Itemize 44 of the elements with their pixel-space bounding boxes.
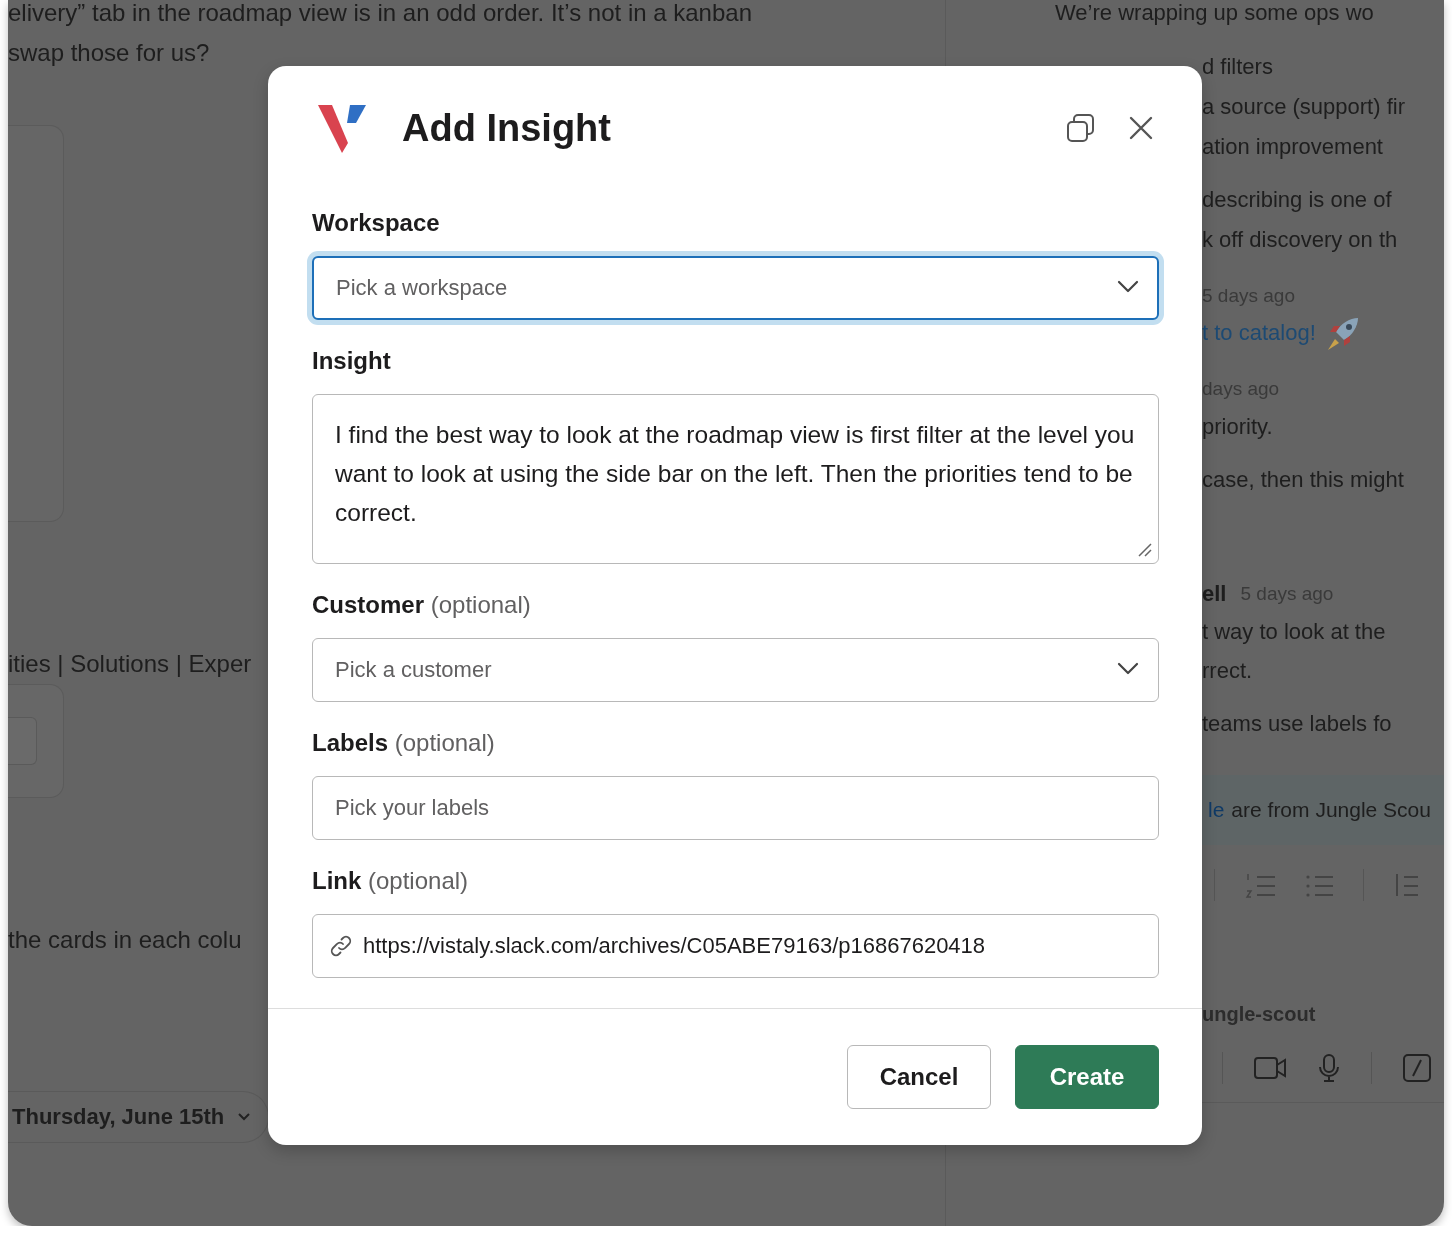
chevron-down-icon — [1117, 278, 1139, 294]
chevron-down-icon — [1117, 660, 1139, 676]
message-text: the cards in each colu — [8, 925, 242, 955]
message-text: teams use labels fo — [1202, 710, 1392, 738]
message-text: case, then this might — [1202, 466, 1404, 494]
field-label: Labels (optional) — [312, 728, 496, 758]
blockquote-icon — [1394, 871, 1418, 899]
message-text: a source (support) fir — [1202, 93, 1405, 121]
select-field[interactable]: Pick a workspace — [312, 256, 1159, 320]
link-icon — [330, 935, 352, 957]
copy-icon — [1066, 113, 1096, 143]
chevron-down-icon — [238, 1113, 251, 1121]
resize-handle-icon — [1137, 542, 1153, 558]
close-icon — [1128, 115, 1154, 141]
create-button[interactable]: Create — [1015, 1045, 1159, 1109]
microphone-icon — [1317, 1053, 1341, 1083]
select-field[interactable]: Pick a customer — [312, 638, 1159, 702]
message-text: priority. — [1202, 413, 1273, 441]
insight-textarea[interactable]: I find the best way to look at the roadmap view is first filter at the level you want to look at using the side bar on the left. Then the priorities tend to be correct. — [312, 394, 1159, 564]
labels-field[interactable]: Pick your labels — [312, 776, 1159, 840]
field-label: Customer (optional) — [312, 590, 532, 620]
date-divider-button[interactable]: Thursday, June 15th — [8, 1091, 270, 1143]
numbered-list-icon — [1245, 871, 1275, 899]
message-text: We’re wrapping up some ops wo — [1055, 0, 1374, 27]
message-text: elivery” tab in the roadmap view is in an odd order. It’s not in a kanban — [8, 0, 752, 28]
dialog-title: Add Insight — [402, 106, 612, 150]
message-text: t way to look at the — [1202, 618, 1386, 646]
link-field[interactable]: https://vistaly.slack.com/archives/C05ABE79163/p16867620418 — [312, 914, 1159, 978]
message-text: rrect. — [1202, 657, 1253, 685]
cancel-button[interactable]: Cancel — [847, 1045, 991, 1109]
channel-name: ungle-scout — [1202, 1002, 1317, 1027]
message-text: d filters — [1202, 53, 1273, 81]
message-text: are from Jungle Scou — [1231, 798, 1431, 822]
slash-command-icon — [1402, 1053, 1432, 1083]
field-label: Insight — [312, 346, 392, 376]
message-text: swap those for us? — [8, 38, 210, 68]
message-text: ities | Solutions | Exper — [8, 649, 252, 679]
author-name[interactable]: ell — [1202, 574, 1227, 614]
field-label: Link (optional) — [312, 866, 470, 896]
message-text: ation improvement — [1202, 133, 1383, 161]
message-text: describing is one of — [1202, 186, 1392, 214]
field-label: Workspace — [312, 208, 441, 238]
logo-icon — [318, 103, 366, 153]
message-text: k off discovery on th — [1202, 226, 1398, 254]
